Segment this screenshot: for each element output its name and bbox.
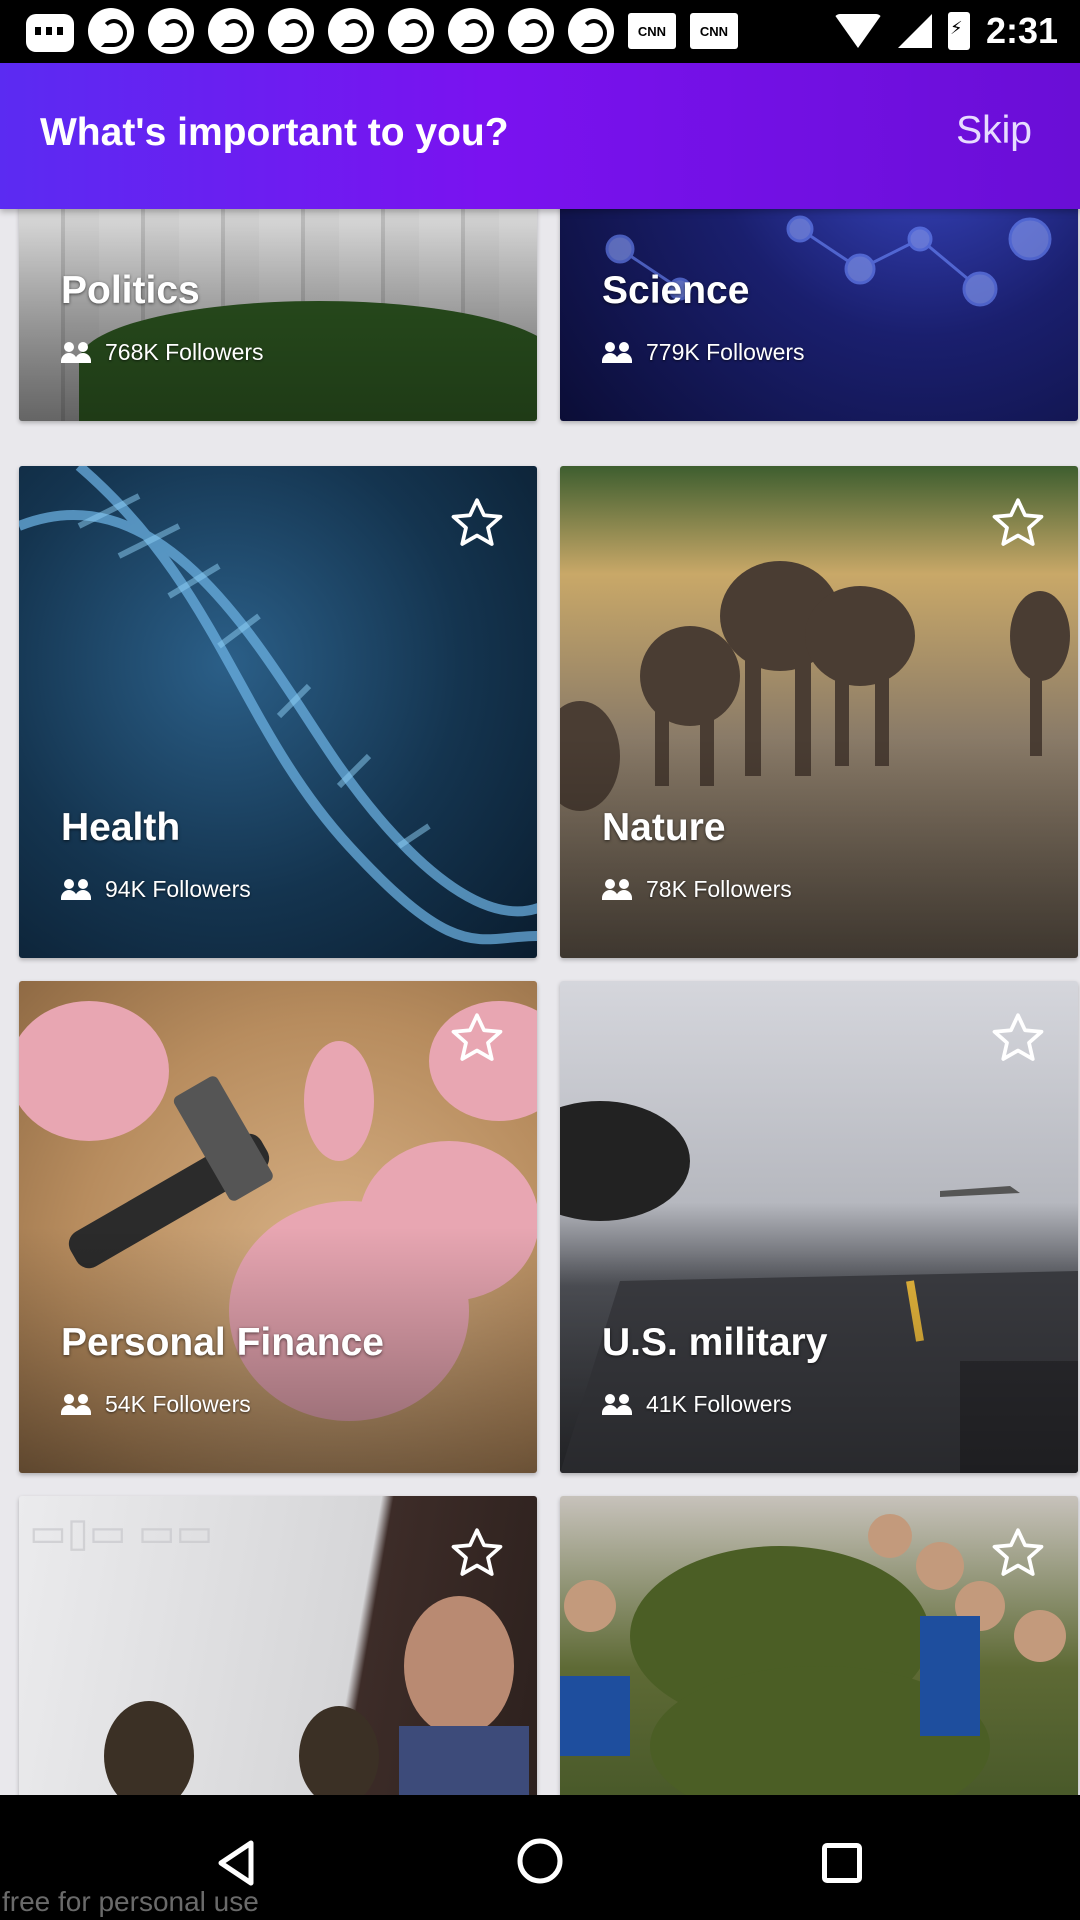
signal-icon [897, 14, 932, 48]
topic-title: Politics [61, 269, 200, 312]
followers-label: 41K Followers [646, 1391, 792, 1417]
star-icon[interactable] [447, 1524, 507, 1584]
followers-label: 779K Followers [646, 339, 805, 365]
star-icon[interactable] [988, 494, 1048, 554]
notification-icons: CNN CNN [26, 8, 738, 54]
star-icon[interactable] [988, 1009, 1048, 1069]
topic-card-personal-finance[interactable]: Personal Finance 54K Followers [19, 981, 537, 1473]
topic-card-us-military[interactable]: U.S. military 41K Followers [560, 981, 1078, 1473]
recent-apps-icon[interactable] [812, 1833, 872, 1893]
followers-label: 94K Followers [105, 876, 251, 902]
podcast-icon [268, 8, 314, 54]
people-icon [61, 341, 93, 364]
clock: 2:31 [985, 10, 1058, 51]
followers-label: 54K Followers [105, 1391, 251, 1417]
card-overlay [19, 209, 537, 421]
podcast-icon [568, 8, 614, 54]
followers-label: 768K Followers [105, 339, 264, 365]
topic-title: Health [61, 806, 181, 849]
followers-count: 54K Followers [61, 1391, 251, 1418]
topic-card-politics[interactable]: Politics 768K Followers [19, 209, 537, 421]
people-icon [602, 341, 634, 364]
followers-label: 78K Followers [646, 876, 792, 902]
cnn-icon: CNN [628, 13, 676, 49]
topic-grid[interactable]: Politics 768K Followers Science 779K Fol… [0, 209, 1080, 1795]
page-title: What's important to you? [40, 111, 509, 154]
people-icon [602, 1393, 634, 1416]
followers-count: 41K Followers [602, 1391, 792, 1418]
star-icon[interactable] [988, 1524, 1048, 1584]
message-icon [26, 14, 74, 52]
battery-charging-icon [947, 12, 970, 50]
app-bar: What's important to you? Skip [0, 63, 1080, 209]
podcast-icon [148, 8, 194, 54]
star-icon[interactable] [447, 494, 507, 554]
navigation-bar: free for personal use [0, 1795, 1080, 1920]
wifi-icon [833, 14, 882, 48]
followers-count: 94K Followers [61, 876, 251, 903]
star-icon[interactable] [447, 1009, 507, 1069]
podcast-icon [508, 8, 554, 54]
followers-count: 768K Followers [61, 339, 264, 366]
status-bar: CNN CNN 2:31 [0, 0, 1080, 63]
people-icon [61, 1393, 93, 1416]
podcast-icon [328, 8, 374, 54]
cnn-icon: CNN [690, 13, 738, 49]
topic-card-science[interactable]: Science 779K Followers [560, 209, 1078, 421]
topic-title: Nature [602, 806, 726, 849]
topic-card-nature[interactable]: Nature 78K Followers [560, 466, 1078, 958]
podcast-icon [388, 8, 434, 54]
people-icon [61, 878, 93, 901]
followers-count: 78K Followers [602, 876, 792, 903]
people-icon [602, 878, 634, 901]
podcast-icon [208, 8, 254, 54]
podcast-icon [448, 8, 494, 54]
followers-count: 779K Followers [602, 339, 805, 366]
topic-title: U.S. military [602, 1321, 828, 1364]
home-icon[interactable] [510, 1831, 570, 1891]
podcast-icon [88, 8, 134, 54]
watermark: free for personal use [2, 1886, 259, 1917]
topic-title: Personal Finance [61, 1321, 384, 1364]
topic-card-health[interactable]: Health 94K Followers [19, 466, 537, 958]
back-icon[interactable] [206, 1833, 266, 1893]
card-image [605, 215, 1052, 307]
topic-card-7[interactable]: ▭▯▭ ▭▭ [19, 1496, 537, 1795]
skip-button[interactable]: Skip [956, 109, 1032, 153]
svg-text:▭▯▭ ▭▭: ▭▯▭ ▭▭ [29, 1511, 213, 1555]
topic-title: Science [602, 269, 750, 312]
topic-card-8[interactable] [560, 1496, 1078, 1795]
